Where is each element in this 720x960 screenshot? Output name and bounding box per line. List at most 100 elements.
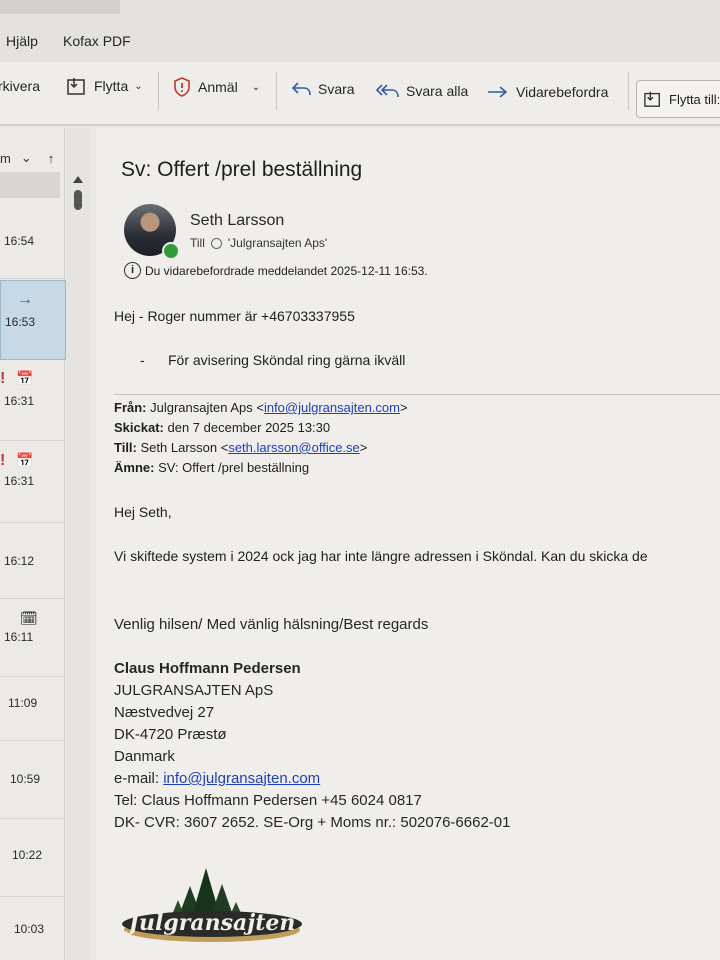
body-line: Hej - Roger nummer är +46703337955: [114, 308, 355, 324]
report-label: Anmäl: [198, 79, 238, 95]
quoted-subject: Ämne: SV: Offert /prel beställning: [114, 460, 309, 475]
company-logo: Julgransajten: [120, 846, 310, 946]
list-item-time: 16:11: [4, 630, 34, 644]
menu-kofax-pdf[interactable]: Kofax PDF: [63, 33, 131, 49]
arrow-up-icon: ↑: [47, 150, 55, 166]
scroll-thumb[interactable]: [74, 190, 82, 210]
list-scrollbar[interactable]: [66, 128, 90, 960]
list-item-time: 16:31: [4, 394, 35, 408]
from-close: >: [400, 400, 408, 415]
reply-label: Svara: [318, 81, 355, 97]
signature-email-label: e-mail:: [114, 770, 164, 787]
forwarded-arrow-icon: →: [17, 291, 33, 308]
to2-name: Seth Larsson <: [140, 440, 229, 455]
list-item-time: 16:54: [4, 234, 35, 248]
archive-label: rkivera: [0, 78, 41, 94]
list-item[interactable]: 11:09: [0, 678, 64, 741]
subject-label: Ämne:: [114, 460, 155, 475]
message-list: m ⌄ ↑ 16:54 → 16:53 ! 📅 16:31 ! 📅 16:31 …: [0, 128, 66, 960]
move-label: Flytta: [94, 78, 129, 94]
recipient-name[interactable]: 'Julgransajten Aps': [228, 236, 327, 250]
signature-company: JULGRANSAJTEN ApS: [114, 682, 274, 699]
list-item[interactable]: 🗓 16:11: [0, 600, 64, 677]
list-item[interactable]: ! 📅 16:31: [0, 442, 64, 523]
chevron-down-icon: ⌄: [20, 150, 32, 165]
separator: [276, 72, 277, 110]
presence-available-icon: [162, 242, 180, 260]
sort-label: m: [0, 150, 11, 166]
from-name: Julgransajten Aps <: [150, 400, 264, 415]
chevron-down-icon: ⌄: [134, 80, 143, 92]
list-item[interactable]: 10:22: [0, 820, 64, 897]
list-item[interactable]: ! 📅 16:31: [0, 360, 64, 441]
body-text: Vi skiftede system i 2024 ock jag har in…: [114, 548, 648, 564]
forward-info-text: Du vidarebefordrade meddelandet 2025-12-…: [145, 263, 428, 278]
signature-name: Claus Hoffmann Pedersen: [114, 660, 301, 677]
list-filter-bar[interactable]: [0, 172, 60, 198]
move-icon: [67, 78, 85, 95]
calendar-icon: 🗓: [20, 610, 38, 626]
recipient-line: Till 'Julgransajten Aps': [190, 236, 327, 250]
move-icon: [644, 91, 660, 107]
separator: [158, 72, 159, 110]
logo-text: Julgransajten: [125, 910, 296, 936]
sent-value: den 7 december 2025 13:30: [167, 420, 331, 435]
to2-email-link[interactable]: seth.larsson@office.se: [228, 440, 359, 455]
list-item-time: 10:22: [12, 848, 43, 862]
to-label: Till: [190, 236, 205, 250]
menu-bar: Hjälp Kofax PDF: [0, 0, 720, 62]
from-label: Från:: [114, 400, 147, 415]
list-item-time: 16:53: [5, 315, 36, 329]
list-item[interactable]: 10:59: [0, 742, 64, 819]
presence-unknown-icon: [210, 237, 222, 249]
important-icon: !: [0, 452, 6, 469]
quoted-to: Till: Seth Larsson <seth.larsson@office.…: [114, 440, 367, 455]
move-to-button[interactable]: Flytta till:: [636, 80, 720, 118]
from-email-link[interactable]: info@julgransajten.com: [264, 400, 400, 415]
subject-value: SV: Offert /prel beställning: [158, 460, 310, 475]
quote-divider: [114, 394, 720, 395]
to2-close: >: [359, 440, 368, 455]
tree-logo-icon: Julgransajten: [122, 868, 302, 942]
sender-name[interactable]: Seth Larsson: [190, 212, 284, 230]
ribbon: rkivera Flytta ⌄ Anmäl ⌄ Svara Svara all…: [0, 62, 720, 126]
menu-help[interactable]: Hjälp: [6, 33, 38, 49]
title-strip: [0, 0, 120, 14]
reply-button[interactable]: Svara: [290, 80, 355, 98]
list-item[interactable]: 16:12: [0, 524, 64, 599]
chevron-down-icon: ⌄: [251, 81, 261, 93]
archive-button[interactable]: rkivera: [0, 78, 40, 94]
signature-cvr: DK- CVR: 3607 2652. SE-Org + Moms nr.: 5…: [114, 814, 511, 831]
move-to-label: Flytta till:: [669, 91, 720, 107]
list-item[interactable]: 10:03: [0, 898, 64, 960]
forward-button[interactable]: Vidarebefordra: [486, 84, 608, 100]
shield-alert-icon: [174, 77, 190, 97]
list-item-time: 16:31: [4, 474, 35, 488]
list-item-time: 16:12: [4, 554, 35, 568]
list-item-time: 10:03: [14, 922, 45, 936]
report-button[interactable]: Anmäl ⌄: [172, 76, 260, 98]
list-item-time: 11:09: [8, 696, 38, 710]
signature-phone: Tel: Claus Hoffmann Pedersen +45 6024 08…: [114, 792, 422, 809]
greeting: Hej Seth,: [114, 504, 172, 520]
regards: Venlig hilsen/ Med vänlig hälsning/Best …: [114, 616, 429, 633]
reply-all-button[interactable]: Svara alla: [376, 82, 468, 100]
reply-icon: [291, 82, 311, 96]
forward-info-bar: i Du vidarebefordrade meddelandet 2025-1…: [124, 262, 428, 279]
forward-label: Vidarebefordra: [516, 84, 609, 100]
calendar-declined-icon: 📅: [16, 452, 34, 468]
move-button[interactable]: Flytta ⌄: [66, 76, 143, 96]
signature-country: Danmark: [114, 748, 175, 765]
bullet-mark: -: [140, 352, 145, 368]
scroll-up-icon[interactable]: [73, 176, 83, 183]
list-item[interactable]: 16:54: [0, 204, 64, 279]
separator: [628, 72, 629, 110]
info-icon: i: [124, 262, 141, 279]
signature-street: Næstvedvej 27: [114, 704, 215, 721]
to2-label: Till:: [114, 440, 137, 455]
signature-email-link[interactable]: info@julgransajten.com: [163, 770, 320, 787]
sort-header[interactable]: m ⌄ ↑: [0, 150, 54, 166]
reply-all-label: Svara alla: [406, 83, 469, 99]
list-item-selected[interactable]: → 16:53: [0, 280, 66, 360]
signature-city: DK-4720 Præstø: [114, 726, 227, 743]
